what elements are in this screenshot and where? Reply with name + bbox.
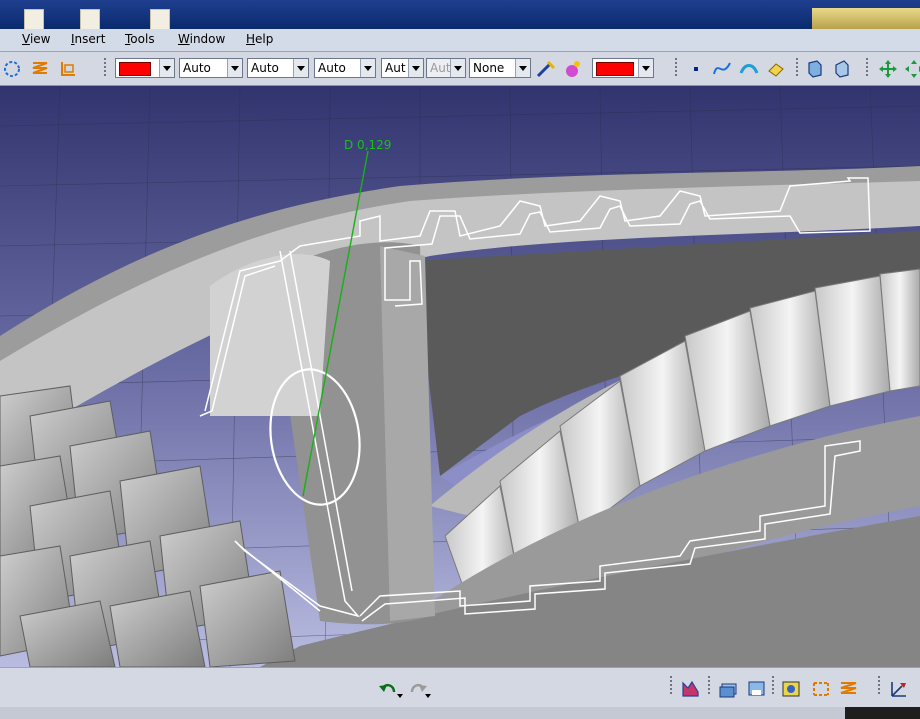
- chevron-down-icon[interactable]: [425, 694, 431, 698]
- point-icon[interactable]: [686, 59, 706, 79]
- menu-window[interactable]: Window: [178, 32, 225, 46]
- layer-icon[interactable]: [718, 678, 740, 700]
- toolbar-grip[interactable]: [708, 676, 710, 696]
- menu-tools[interactable]: Tools: [125, 32, 155, 46]
- swap-icon[interactable]: [810, 678, 832, 700]
- extrude-icon[interactable]: [766, 59, 786, 79]
- menu-bar: View Insert Tools Window Help: [0, 29, 920, 52]
- chevron-down-icon[interactable]: [293, 59, 308, 77]
- model-scene[interactable]: [0, 86, 920, 667]
- chevron-down-icon[interactable]: [397, 694, 403, 698]
- chevron-down-icon[interactable]: [638, 59, 653, 77]
- chevron-down-icon[interactable]: [408, 59, 423, 77]
- rotate-icon[interactable]: [904, 59, 920, 79]
- point-type-dropdown[interactable]: Aut: [381, 58, 424, 78]
- document-icon: [24, 9, 44, 31]
- bottom-strip: [0, 707, 920, 719]
- save-view-icon[interactable]: [746, 678, 768, 700]
- fill-color-swatch: [119, 62, 151, 76]
- toolbar-grip[interactable]: [104, 58, 106, 78]
- line-color-dropdown[interactable]: [592, 58, 654, 78]
- transparency-dropdown[interactable]: Auto: [179, 58, 243, 78]
- chevron-down-icon[interactable]: [360, 59, 375, 77]
- material-icon[interactable]: [563, 59, 583, 79]
- toolbar-grip[interactable]: [796, 58, 798, 78]
- layer-filter-dropdown: Aut: [426, 58, 466, 78]
- title-bar: [0, 0, 920, 31]
- menu-insert[interactable]: Insert: [71, 32, 105, 46]
- toolbar-grip[interactable]: [670, 676, 672, 696]
- axis-icon[interactable]: [888, 678, 910, 700]
- menu-view[interactable]: View: [22, 32, 50, 46]
- multi-icon[interactable]: [838, 678, 860, 700]
- transform-icon[interactable]: [58, 59, 78, 79]
- dimension-label[interactable]: D 0,129: [344, 138, 391, 152]
- spline-icon[interactable]: [712, 59, 732, 79]
- toolbar-grip[interactable]: [772, 676, 774, 696]
- toolbar-grip[interactable]: [675, 58, 677, 78]
- 3d-viewport[interactable]: D 0,129: [0, 86, 920, 667]
- surface-icon[interactable]: [739, 59, 759, 79]
- toolbar-grip[interactable]: [878, 676, 880, 696]
- view-front-icon[interactable]: [805, 59, 825, 79]
- chevron-down-icon: [450, 59, 465, 77]
- bottom-toolbar: [0, 667, 920, 708]
- layer-dropdown[interactable]: None: [469, 58, 531, 78]
- analysis-icon[interactable]: [680, 678, 702, 700]
- toolbar-grip[interactable]: [866, 58, 868, 78]
- paintbrush-icon[interactable]: [536, 59, 556, 79]
- pan-icon[interactable]: [878, 59, 898, 79]
- line-color-swatch: [596, 62, 634, 76]
- window-controls-badge: [812, 8, 920, 29]
- render-icon[interactable]: [780, 678, 802, 700]
- document-icon: [80, 9, 100, 31]
- lasso-select-icon[interactable]: [2, 59, 22, 79]
- graphic-properties-toolbar: Auto Auto Auto Aut Aut None: [0, 52, 920, 86]
- chevron-down-icon[interactable]: [227, 59, 242, 77]
- line-type-dropdown[interactable]: Auto: [314, 58, 376, 78]
- chevron-down-icon[interactable]: [159, 59, 174, 77]
- fill-color-dropdown[interactable]: [115, 58, 175, 78]
- view-back-icon[interactable]: [832, 59, 852, 79]
- chevron-down-icon[interactable]: [515, 59, 530, 77]
- line-thickness-dropdown[interactable]: Auto: [247, 58, 309, 78]
- spring-icon[interactable]: [30, 59, 50, 79]
- bottom-dark-panel: [845, 707, 920, 719]
- menu-help[interactable]: Help: [246, 32, 273, 46]
- document-icon: [150, 9, 170, 31]
- strut-face: [210, 254, 330, 416]
